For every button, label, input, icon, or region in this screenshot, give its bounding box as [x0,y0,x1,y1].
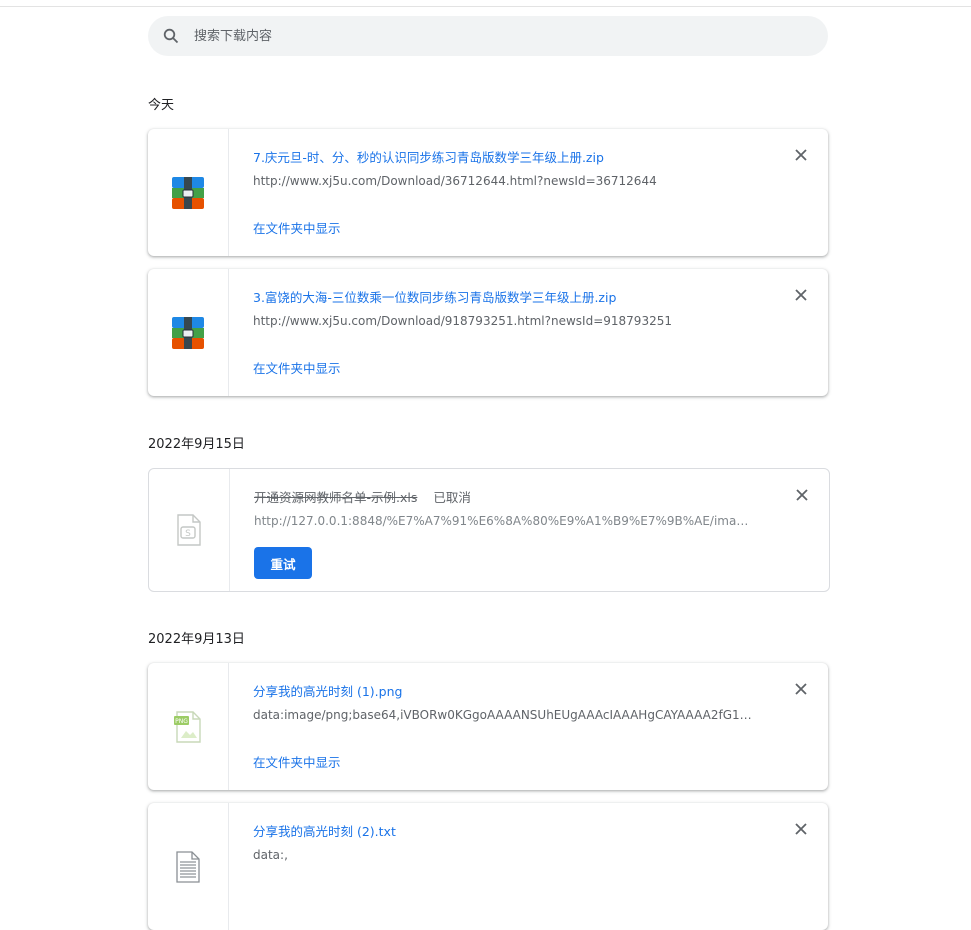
search-input[interactable] [192,27,756,45]
retry-button[interactable]: 重试 [254,547,312,579]
file-icon-column: PNG [148,663,229,790]
download-item: 分享我的高光时刻 (2).txt data:, [148,803,828,930]
show-in-folder-link[interactable]: 在文件夹中显示 [253,358,341,377]
search-bar[interactable] [148,16,828,56]
file-name-link[interactable]: 7.庆元旦-时、分、秒的认识同步练习青岛版数学三年级上册.zip [253,147,604,166]
text-file-icon [176,850,200,883]
status-label: 已取消 [433,490,471,505]
file-icon-column [148,129,229,256]
close-icon[interactable] [794,148,808,162]
close-icon[interactable] [794,288,808,302]
download-item: PNG 分享我的高光时刻 (1).png data:image/png;base… [148,663,828,790]
file-url[interactable]: data:image/png;base64,iVBORw0KGgoAAAANSU… [253,708,753,722]
date-header-sep-13: 2022年9月13日 [148,632,245,647]
file-url[interactable]: http://www.xj5u.com/Download/918793251.h… [253,314,753,328]
file-icon-column: S [149,469,230,591]
file-url[interactable]: data:, [253,848,753,862]
svg-text:PNG: PNG [175,718,188,725]
close-icon[interactable] [794,822,808,836]
file-name-link[interactable]: 3.富饶的大海-三位数乘一位数同步练习青岛版数学三年级上册.zip [253,287,616,306]
image-file-icon: PNG [174,710,201,743]
file-name-link[interactable]: 分享我的高光时刻 (1).png [253,681,402,700]
file-icon-column [148,269,229,396]
svg-text:S: S [185,529,191,539]
file-icon-column [148,803,229,930]
show-in-folder-link[interactable]: 在文件夹中显示 [253,218,341,237]
download-item: 3.富饶的大海-三位数乘一位数同步练习青岛版数学三年级上册.zip http:/… [148,269,828,396]
archive-icon [172,176,204,209]
download-item-cancelled: S 开通资源网教师名单-示例.xls 已取消 http://127.0.0.1:… [148,468,830,592]
show-in-folder-link[interactable]: 在文件夹中显示 [253,752,341,771]
top-divider [0,6,971,7]
file-name: 开通资源网教师名单-示例.xls [254,490,418,505]
date-header-sep-15: 2022年9月15日 [148,437,245,452]
file-name-link[interactable]: 分享我的高光时刻 (2).txt [253,821,396,840]
archive-icon [172,316,204,349]
file-url[interactable]: http://www.xj5u.com/Download/36712644.ht… [253,174,753,188]
download-item: 7.庆元旦-时、分、秒的认识同步练习青岛版数学三年级上册.zip http://… [148,129,828,256]
spreadsheet-icon: S [177,514,201,546]
file-url[interactable]: http://127.0.0.1:8848/%E7%A7%91%E6%8A%80… [254,514,754,528]
date-header-today: 今天 [148,98,175,113]
search-icon[interactable] [162,27,180,45]
close-icon[interactable] [795,488,809,502]
close-icon[interactable] [794,682,808,696]
